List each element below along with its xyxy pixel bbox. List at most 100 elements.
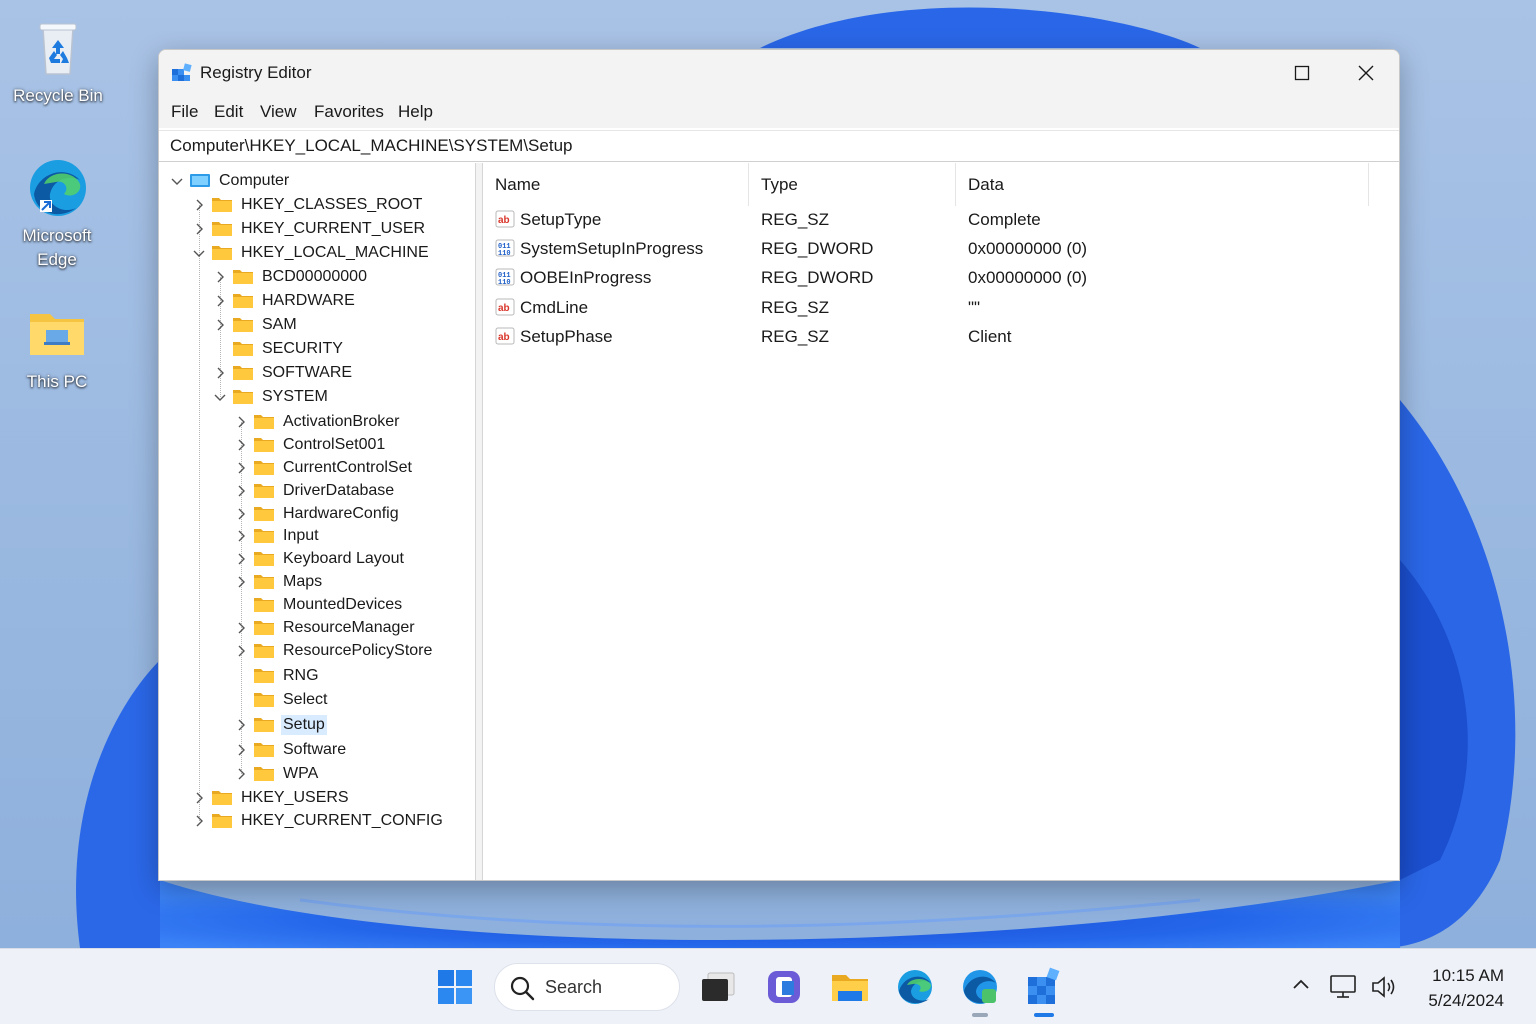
chevron-right-icon[interactable] xyxy=(233,528,249,544)
folder-icon xyxy=(233,294,253,308)
tree-item[interactable]: SAM xyxy=(212,313,299,336)
chevron-right-icon[interactable] xyxy=(212,317,228,333)
tree-item[interactable]: HKEY_USERS xyxy=(191,786,351,809)
volume-icon[interactable] xyxy=(1370,974,1398,1000)
tree-item[interactable]: BCD00000000 xyxy=(212,265,369,288)
chevron-right-icon[interactable] xyxy=(233,742,249,758)
tree-item[interactable]: ControlSet001 xyxy=(233,433,387,456)
chevron-right-icon[interactable] xyxy=(233,551,249,567)
value-row[interactable]: ab SetupType REG_SZ Complete xyxy=(483,206,1383,235)
folder-icon xyxy=(254,669,274,683)
chevron-right-icon[interactable] xyxy=(212,293,228,309)
value-row[interactable]: 011 110 OOBEInProgress REG_DWORD 0x00000000 … xyxy=(483,264,1383,293)
desktop-icon-label: Recycle Bin xyxy=(13,86,103,105)
address-path[interactable]: Computer\HKEY_LOCAL_MACHINE\SYSTEM\Setup xyxy=(170,136,572,156)
tree-item[interactable]: SOFTWARE xyxy=(212,361,354,384)
start-icon[interactable] xyxy=(435,967,475,1007)
menu-file[interactable]: File xyxy=(171,102,198,122)
taskbar-clock[interactable]: 10:15 AM 5/24/2024 xyxy=(1428,963,1504,1013)
tree-item[interactable]: Keyboard Layout xyxy=(233,547,406,570)
tree-item[interactable]: CurrentControlSet xyxy=(233,456,414,479)
chevron-right-icon[interactable] xyxy=(233,483,249,499)
tree-item-label: Keyboard Layout xyxy=(283,549,404,567)
svg-text:ab: ab xyxy=(498,303,510,314)
menu-edit[interactable]: Edit xyxy=(214,102,243,122)
value-row[interactable]: ab SetupPhase REG_SZ Client xyxy=(483,323,1383,352)
desktop-icon-microsoft-edge[interactable]: Microsoft Edge xyxy=(7,154,107,272)
column-header-data[interactable]: Data xyxy=(956,163,1369,206)
chevron-up-icon[interactable] xyxy=(1291,974,1311,994)
taskbar-search-box[interactable]: Search xyxy=(494,963,680,1011)
menu-favorites[interactable]: Favorites xyxy=(314,102,384,122)
chevron-right-icon[interactable] xyxy=(233,414,249,430)
chevron-right-icon[interactable] xyxy=(191,813,207,829)
value-name: OOBEInProgress xyxy=(520,268,652,287)
maximize-button[interactable] xyxy=(1271,50,1333,96)
chevron-right-icon[interactable] xyxy=(233,506,249,522)
tree-item[interactable]: ResourcePolicyStore xyxy=(233,639,434,662)
chevron-right-icon[interactable] xyxy=(212,365,228,381)
network-icon[interactable] xyxy=(1329,974,1357,1000)
chevron-right-icon[interactable] xyxy=(233,620,249,636)
tree-item[interactable]: HardwareConfig xyxy=(233,502,401,525)
tree-pane[interactable]: Computer HKEY_CLASSES_ROOT HKEY_CURRENT_US… xyxy=(159,163,475,880)
chevron-right-icon[interactable] xyxy=(191,221,207,237)
task-view-icon[interactable] xyxy=(698,967,738,1007)
desktop-icon-recycle-bin[interactable]: Recycle Bin xyxy=(8,14,108,108)
value-row[interactable]: 011 110 SystemSetupInProgress REG_DWORD 0x00… xyxy=(483,235,1383,264)
chevron-right-icon[interactable] xyxy=(233,460,249,476)
tree-item[interactable]: HKEY_CURRENT_USER xyxy=(191,217,427,240)
tree-item[interactable]: HKEY_CLASSES_ROOT xyxy=(191,193,424,216)
value-type: REG_SZ xyxy=(761,327,830,346)
tree-item[interactable]: SECURITY xyxy=(212,337,345,360)
chevron-down-icon[interactable] xyxy=(191,245,207,261)
edge-dev-icon[interactable] xyxy=(960,967,1000,1007)
menu-help[interactable]: Help xyxy=(398,102,433,122)
tree-item[interactable]: ActivationBroker xyxy=(233,410,402,433)
value-row[interactable]: ab CmdLine REG_SZ "" xyxy=(483,294,1383,323)
chevron-right-icon[interactable] xyxy=(233,574,249,590)
tree-item[interactable]: ResourceManager xyxy=(233,616,417,639)
tree-item[interactable]: HARDWARE xyxy=(212,289,357,312)
tree-item[interactable]: Input xyxy=(233,524,321,547)
minimize-button[interactable] xyxy=(1205,50,1267,96)
menu-view[interactable]: View xyxy=(260,102,297,122)
address-bar[interactable]: Computer\HKEY_LOCAL_MACHINE\SYSTEM\Setup xyxy=(159,130,1399,162)
tree-item[interactable]: HKEY_LOCAL_MACHINE xyxy=(191,241,431,264)
edge-taskbar-icon[interactable] xyxy=(895,967,935,1007)
tree-item[interactable]: SYSTEM xyxy=(212,385,330,408)
file-explorer-icon[interactable] xyxy=(830,967,870,1007)
chevron-right-icon[interactable] xyxy=(191,790,207,806)
teams-chat-icon[interactable] xyxy=(764,967,804,1007)
tree-item[interactable]: Select xyxy=(233,688,329,711)
chevron-right-icon[interactable] xyxy=(233,437,249,453)
tree-item[interactable]: Maps xyxy=(233,570,324,593)
value-data: 0x00000000 (0) xyxy=(968,268,1088,287)
search-icon xyxy=(510,976,535,1001)
column-header-type[interactable]: Type xyxy=(749,163,956,206)
close-button[interactable] xyxy=(1335,50,1397,96)
chevron-right-icon[interactable] xyxy=(233,643,249,659)
chevron-down-icon[interactable] xyxy=(169,173,185,189)
tree-item[interactable]: HKEY_CURRENT_CONFIG xyxy=(191,809,445,832)
chevron-right-icon[interactable] xyxy=(212,269,228,285)
title-bar[interactable]: Registry Editor xyxy=(159,50,1399,96)
tree-item[interactable]: WPA xyxy=(233,762,320,785)
tree-item[interactable]: Setup xyxy=(233,713,327,736)
tree-item[interactable]: Software xyxy=(233,738,348,761)
chevron-down-icon[interactable] xyxy=(212,389,228,405)
pane-splitter[interactable] xyxy=(475,163,483,880)
tree-item[interactable]: DriverDatabase xyxy=(233,479,396,502)
chevron-right-icon[interactable] xyxy=(233,717,249,733)
values-list-pane[interactable]: Name Type Data ab SetupType REG_SZ Complete… xyxy=(483,163,1399,880)
column-header-name[interactable]: Name xyxy=(483,163,749,206)
tree-item[interactable]: Computer xyxy=(169,169,291,192)
chevron-right-icon[interactable] xyxy=(191,197,207,213)
registry-editor-taskbar-icon[interactable] xyxy=(1024,967,1064,1007)
running-indicator xyxy=(972,1013,988,1017)
tree-item[interactable]: RNG xyxy=(233,664,321,687)
tree-item[interactable]: MountedDevices xyxy=(233,593,404,616)
svg-text:110: 110 xyxy=(498,279,511,287)
chevron-right-icon[interactable] xyxy=(233,766,249,782)
desktop-icon-this-pc[interactable]: This PC xyxy=(7,300,107,394)
